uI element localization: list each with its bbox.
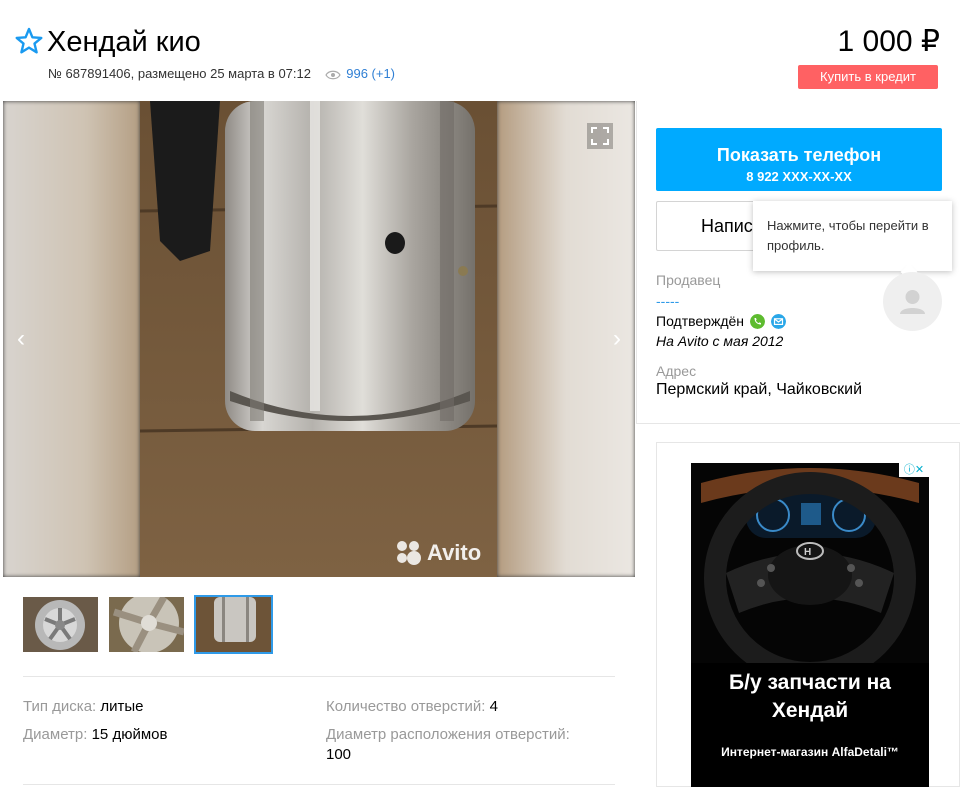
fullscreen-icon[interactable] (587, 123, 613, 149)
avito-watermark-text: Avito (427, 540, 481, 565)
column-divider (636, 101, 637, 424)
address-label: Адрес (656, 363, 697, 379)
steering-wheel-image: H (691, 463, 929, 663)
section-divider (23, 784, 615, 785)
verified-label: Подтверждён (656, 313, 745, 329)
svg-text:H: H (804, 547, 811, 558)
listing-meta: № 687891406, размещено 25 марта в 07:12 … (48, 66, 395, 81)
thumbnail[interactable] (23, 597, 98, 652)
advertisement-banner[interactable]: H ⓘ✕ Б/у запчасти на Хендай Интернет-маг… (691, 463, 929, 787)
main-photo[interactable]: Avito (140, 101, 497, 577)
ad-headline: Б/у запчасти на Хендай (729, 671, 891, 722)
thumbnail[interactable] (109, 597, 184, 652)
listing-page: Хендай кио № 687891406, размещено 25 мар… (0, 0, 960, 787)
phone-verified-icon (749, 314, 765, 329)
address-value: Пермский край, Чайковский (656, 381, 863, 398)
gallery-prev-arrow[interactable]: ‹ (11, 327, 31, 351)
email-verified-icon (770, 314, 786, 329)
profile-tooltip: Нажмите, чтобы перейти в профиль. (753, 201, 952, 271)
seller-verified: Подтверждён (656, 313, 786, 329)
listing-title: Хендай кио (47, 26, 201, 58)
seller-label: Продавец (656, 272, 721, 288)
ad-number: № 687891406, размещено 25 марта в 07:12 (48, 66, 311, 81)
section-divider (636, 423, 960, 424)
param-diameter: Диаметр: 15 дюймов (23, 726, 168, 743)
seller-name-link[interactable]: ----- (656, 293, 679, 309)
param-pcd: Диаметр расположения отверстий: 100 (326, 726, 570, 763)
seller-since: На Avito с мая 2012 (656, 333, 784, 349)
price: 1 000 ₽ (837, 25, 941, 58)
thumbnail[interactable] (194, 595, 273, 654)
seller-avatar[interactable] (883, 272, 942, 331)
views-count: 996 (+1) (346, 66, 396, 81)
show-phone-button[interactable]: Показать телефон 8 922 XXX-XX-XX (656, 128, 942, 191)
show-phone-label: Показать телефон (716, 145, 882, 165)
section-divider (23, 676, 615, 677)
param-disk-type: Тип диска: литые (23, 698, 144, 715)
buy-on-credit-button[interactable]: Купить в кредит (798, 65, 938, 89)
eye-icon (324, 70, 341, 80)
user-icon (900, 290, 925, 314)
photo-gallery[interactable]: Avito ‹ › (3, 101, 635, 577)
favorite-star-icon[interactable] (15, 27, 43, 55)
ad-info-close-icon[interactable]: ⓘ✕ (899, 463, 929, 477)
param-holes: Количество отверстий: 4 (326, 698, 498, 715)
views-counter[interactable]: 996 (+1) (324, 66, 396, 81)
gallery-next-arrow[interactable]: › (607, 327, 627, 351)
phone-number: 8 922 XXX-XX-XX (746, 169, 852, 184)
ad-subtitle: Интернет-магазин AlfaDetali™ (721, 745, 899, 759)
